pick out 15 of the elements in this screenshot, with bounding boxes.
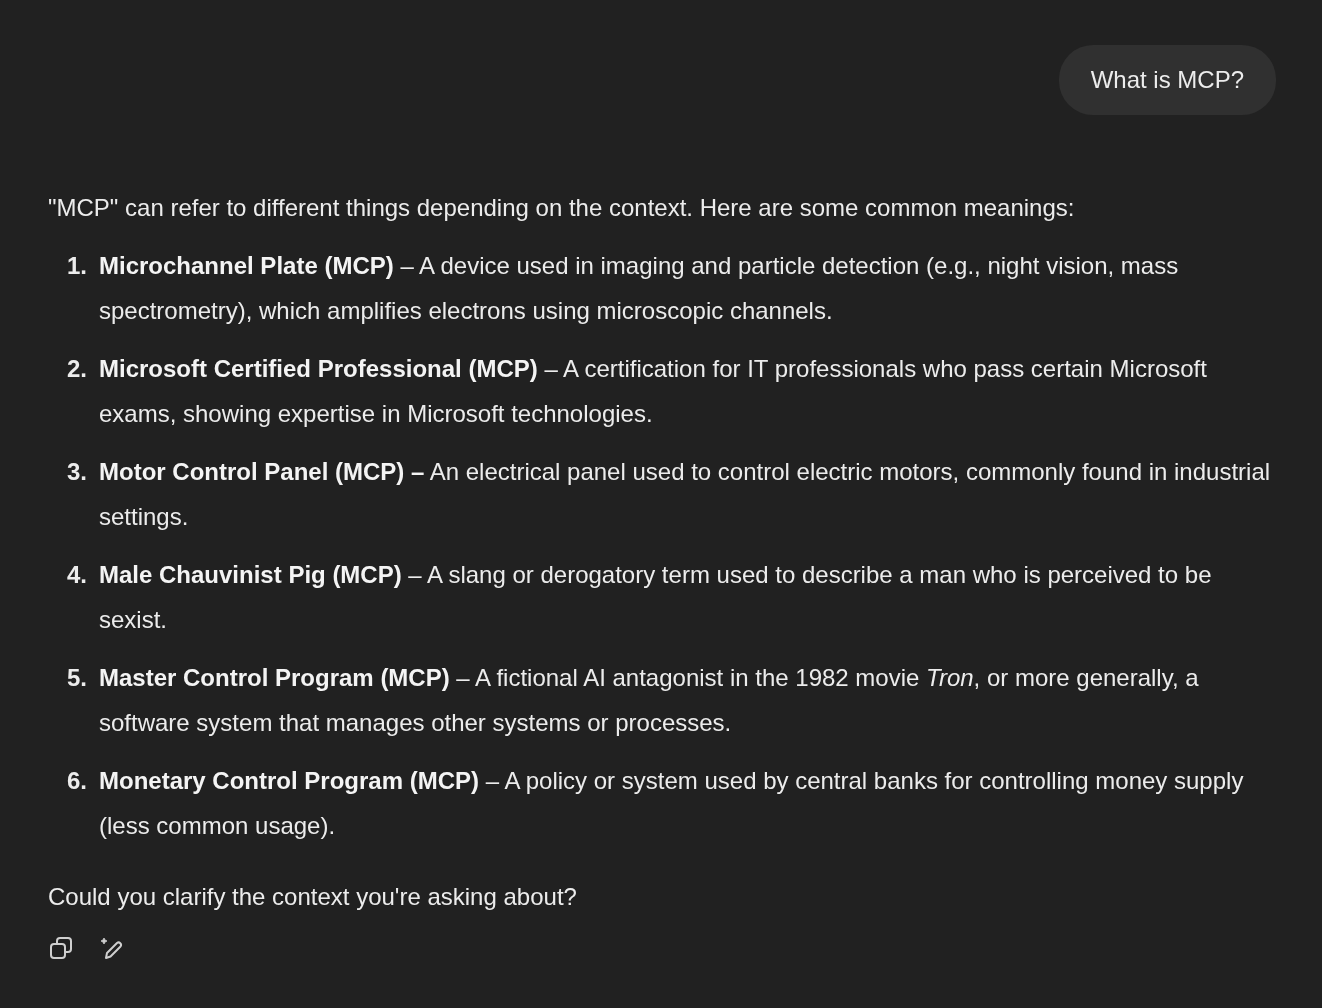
list-number: 6. bbox=[66, 766, 88, 796]
list-item-text: Master Control Program (MCP) – A fictional AI antagonist in the 1982 movie Tron, or more generally, a software system that manages other systems or processes. bbox=[99, 663, 1200, 738]
list-number: 3. bbox=[66, 457, 88, 487]
list-number: 2. bbox=[66, 354, 88, 384]
closing-question: Could you clarify the context you're asking about? bbox=[48, 882, 578, 912]
list-item-text: Male Chauvinist Pig (MCP) – A slang or derogatory term used to describe a man who is perceived to be sexist. bbox=[99, 560, 1213, 635]
list-item-text: Microsoft Certified Professional (MCP) – A certification for IT professionals who pass certain Microsoft exams, showing expertise in Microsoft technologies. bbox=[99, 354, 1208, 429]
user-message: What is MCP? bbox=[1058, 45, 1276, 115]
list-number: 5. bbox=[66, 663, 88, 693]
response-intro: "MCP" can refer to different things depending on the context. Here are some common meanings: bbox=[48, 193, 1076, 223]
list-item-text: Monetary Control Program (MCP) – A policy or system used by central banks for controlling money supply (less common usage). bbox=[99, 766, 1245, 841]
list-item-text: Motor Control Panel (MCP) – An electrical panel used to control electric motors, commonly found in industrial settings. bbox=[99, 457, 1272, 532]
list-number: 4. bbox=[66, 560, 88, 590]
list-number: 1. bbox=[66, 251, 88, 281]
list-item-text: Microchannel Plate (MCP) – A device used in imaging and particle detection (e.g., night vision, mass spectrometry), which amplifies electrons using microscopic channels. bbox=[99, 251, 1180, 326]
